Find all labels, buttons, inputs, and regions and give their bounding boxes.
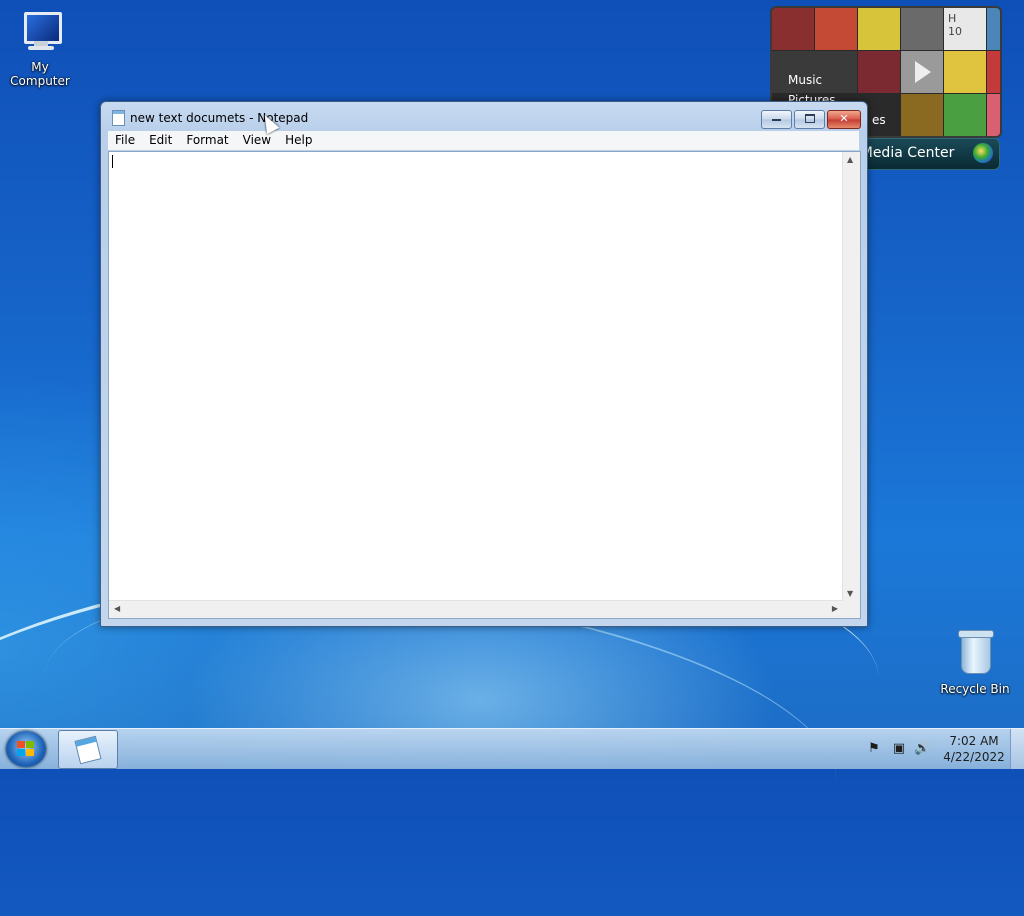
window-title: new text documets - Notepad: [130, 111, 309, 125]
action-center-flag-icon[interactable]: ⚑: [866, 742, 882, 756]
speaker-icon: [901, 8, 943, 50]
scroll-down-icon[interactable]: ▼: [847, 589, 853, 598]
scroll-up-icon[interactable]: ▲: [847, 155, 853, 164]
menu-edit[interactable]: Edit: [142, 131, 179, 150]
network-icon[interactable]: ▣: [891, 742, 907, 756]
notepad-icon: [112, 110, 125, 126]
vertical-scrollbar[interactable]: ▲ ▼: [842, 152, 860, 601]
taskbar-notepad-button[interactable]: [58, 730, 118, 769]
tile-text: H: [948, 12, 957, 25]
minimize-icon: [772, 119, 781, 121]
desktop-icon-recycle-bin[interactable]: Recycle Bin: [935, 630, 1015, 696]
minimize-button[interactable]: [761, 110, 792, 129]
desktop-icon-label: My Computer: [10, 60, 70, 88]
play-icon: [901, 51, 943, 93]
scroll-left-icon[interactable]: ◀: [114, 604, 120, 613]
text-editor[interactable]: ▲ ▼ ◀ ▶: [108, 151, 861, 619]
notepad-window[interactable]: new text documets - Notepad ✕ File Edit Fo…: [100, 101, 868, 627]
scroll-right-icon[interactable]: ▶: [832, 604, 838, 613]
desktop-icon-my-computer[interactable]: My Computer: [0, 8, 80, 88]
computer-icon: [16, 8, 64, 56]
menu-view[interactable]: View: [236, 131, 278, 150]
text-caret: [112, 155, 113, 168]
desktop-icon-label: Recycle Bin: [940, 682, 1010, 696]
taskbar: ⚑ ▣ 🔊 7:02 AM 4/22/2022: [0, 728, 1024, 769]
menu-file[interactable]: File: [108, 131, 142, 150]
clock-time: 7:02 AM: [949, 734, 999, 748]
horizontal-scrollbar[interactable]: ◀ ▶: [109, 600, 843, 618]
system-clock[interactable]: 7:02 AM 4/22/2022: [938, 733, 1010, 765]
menu-help[interactable]: Help: [278, 131, 319, 150]
close-button[interactable]: ✕: [827, 110, 861, 129]
clock-date: 4/22/2022: [943, 750, 1005, 764]
recycle-bin-icon: [951, 630, 999, 678]
maximize-button[interactable]: [794, 110, 825, 129]
menu-bar: File Edit Format View Help: [108, 131, 859, 150]
start-button[interactable]: [6, 731, 46, 767]
notepad-icon: [74, 735, 102, 765]
size-grip[interactable]: [843, 601, 860, 618]
volume-icon[interactable]: 🔊: [914, 742, 930, 756]
close-icon: ✕: [839, 112, 849, 125]
windows-logo-icon: [17, 741, 35, 757]
windows-orb-icon: [973, 143, 993, 163]
media-center-menu-music[interactable]: Music: [788, 70, 886, 90]
tile-text: 10: [948, 25, 962, 38]
show-desktop-button[interactable]: [1010, 729, 1024, 769]
maximize-icon: [804, 113, 815, 123]
menu-format[interactable]: Format: [179, 131, 235, 150]
title-bar[interactable]: new text documets - Notepad ✕: [101, 102, 867, 130]
